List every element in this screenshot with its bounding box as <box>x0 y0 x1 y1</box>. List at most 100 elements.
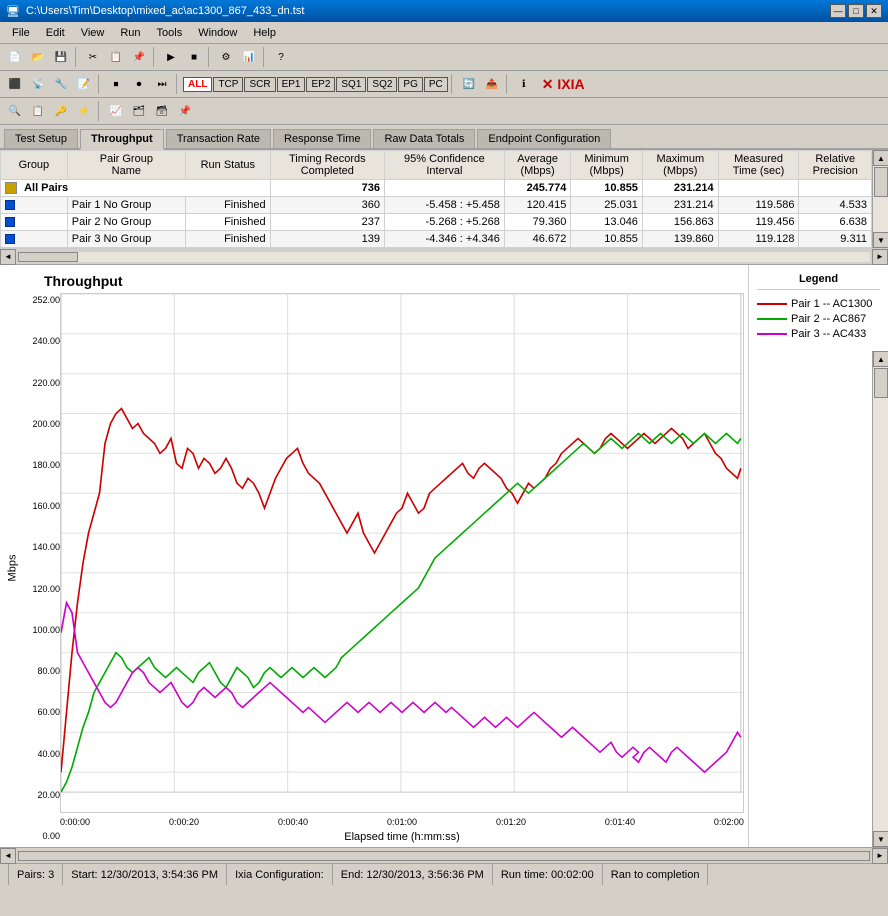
x-axis-label: Elapsed time (h:mm:ss) <box>60 831 744 843</box>
svg-container: 0:00:00 0:00:20 0:00:40 0:01:00 0:01:20 … <box>60 293 744 843</box>
scrollbar-thumb[interactable] <box>874 167 888 197</box>
run-button[interactable]: ▶ <box>160 46 182 68</box>
tb3-btn2[interactable]: 📋 <box>27 100 49 122</box>
scroll-right-btn[interactable]: ► <box>872 249 888 265</box>
tab-endpoint-config[interactable]: Endpoint Configuration <box>477 129 611 148</box>
chart-scroll-left[interactable]: ◄ <box>0 848 16 864</box>
tb2-btn6[interactable]: ⏺ <box>128 73 150 95</box>
tag-ep2[interactable]: EP2 <box>306 77 335 92</box>
y-tick: 60.00 <box>20 707 60 717</box>
legend-item-pair2: Pair 2 -- AC867 <box>757 313 880 325</box>
scrollbar-track[interactable] <box>873 166 888 232</box>
menu-view[interactable]: View <box>73 25 113 41</box>
menu-run[interactable]: Run <box>112 25 148 41</box>
export-button[interactable]: 📤 <box>481 73 503 95</box>
row1-status: Finished <box>185 197 270 214</box>
tb3-btn4[interactable]: ⚡ <box>73 100 95 122</box>
tb2-btn2[interactable]: 📡 <box>27 73 49 95</box>
legend-label-pair2: Pair 2 -- AC867 <box>791 313 866 325</box>
status-end: End: 12/30/2013, 3:56:36 PM <box>333 864 493 885</box>
scroll-left-btn[interactable]: ◄ <box>0 249 16 265</box>
tag-tcp[interactable]: TCP <box>213 77 243 92</box>
h-scroll-track[interactable] <box>18 252 870 262</box>
chart-scroll-right[interactable]: ► <box>872 848 888 864</box>
tb2-btn1[interactable]: ⬛ <box>4 73 26 95</box>
chart-scroll-track[interactable] <box>873 367 888 831</box>
menu-tools[interactable]: Tools <box>149 25 191 41</box>
scrollbar-up[interactable]: ▲ <box>873 150 888 166</box>
y-tick: 252.00 <box>20 295 60 305</box>
row3-status: Finished <box>185 231 270 248</box>
tag-pg[interactable]: PG <box>398 77 422 92</box>
title-bar-text: 🖥 C:\Users\Tim\Desktop\mixed_ac\ac1300_8… <box>6 5 304 18</box>
tb3-btn8[interactable]: 📌 <box>174 100 196 122</box>
chart-h-track[interactable] <box>18 851 870 861</box>
stop-button[interactable]: ■ <box>183 46 205 68</box>
new-button[interactable]: 📄 <box>4 46 26 68</box>
tb2-btn5[interactable]: ⏹ <box>105 73 127 95</box>
ixia-logo: ✕ IXIA <box>542 76 585 93</box>
tag-scr[interactable]: SCR <box>244 77 275 92</box>
info-button[interactable]: ℹ <box>513 73 535 95</box>
tb2-btn4[interactable]: 📝 <box>73 73 95 95</box>
paste-button[interactable]: 📌 <box>128 46 150 68</box>
chart-h-scrollbar[interactable]: ◄ ► <box>0 847 888 863</box>
tab-raw-data-totals[interactable]: Raw Data Totals <box>373 129 475 148</box>
settings-button[interactable]: ⚙ <box>215 46 237 68</box>
open-button[interactable]: 📂 <box>27 46 49 68</box>
copy-button[interactable]: 📋 <box>105 46 127 68</box>
chart-scroll-down[interactable]: ▼ <box>873 831 888 847</box>
tab-test-setup[interactable]: Test Setup <box>4 129 78 148</box>
title-bar-controls: — □ ✕ <box>830 4 882 18</box>
toolbar-sep-6 <box>176 74 180 94</box>
tag-sq2[interactable]: SQ2 <box>367 77 397 92</box>
tb3-btn1[interactable]: 🔍 <box>4 100 26 122</box>
tb2-btn7[interactable]: ⏭ <box>151 73 173 95</box>
menu-help[interactable]: Help <box>245 25 284 41</box>
tab-transaction-rate[interactable]: Transaction Rate <box>166 129 271 148</box>
tb3-btn3[interactable]: 🔑 <box>50 100 72 122</box>
all-label[interactable]: ALL <box>183 77 212 92</box>
help-button[interactable]: ? <box>270 46 292 68</box>
cut-button[interactable]: ✂ <box>82 46 104 68</box>
menu-window[interactable]: Window <box>190 25 245 41</box>
tag-pc[interactable]: PC <box>424 77 448 92</box>
refresh-button[interactable]: 🔄 <box>458 73 480 95</box>
row2-status: Finished <box>185 214 270 231</box>
chart-scroll-up[interactable]: ▲ <box>873 351 888 367</box>
row3-records: 139 <box>270 231 384 248</box>
menu-file[interactable]: File <box>4 25 38 41</box>
row1-meas: 119.586 <box>718 197 799 214</box>
tab-throughput[interactable]: Throughput <box>80 129 164 150</box>
close-button[interactable]: ✕ <box>866 4 882 18</box>
chart-h-thumb[interactable] <box>18 851 870 861</box>
table-row: Pair 2 No Group Finished 237 -5.268 : +5… <box>1 214 872 231</box>
maximize-button[interactable]: □ <box>848 4 864 18</box>
status-ixia: Ixia Configuration: <box>227 864 333 885</box>
h-scrollbar[interactable]: ◄ ► <box>0 249 888 265</box>
row2-meas: 119.456 <box>718 214 799 231</box>
scrollbar-down[interactable]: ▼ <box>873 232 888 248</box>
y-tick: 80.00 <box>20 666 60 676</box>
tag-ep1[interactable]: EP1 <box>277 77 306 92</box>
h-scroll-thumb[interactable] <box>18 252 78 262</box>
tb2-btn3[interactable]: 🔧 <box>50 73 72 95</box>
minimize-button[interactable]: — <box>830 4 846 18</box>
chart-scroll-thumb[interactable] <box>874 368 888 398</box>
toolbar-2: ⬛ 📡 🔧 📝 ⏹ ⏺ ⏭ ALL TCP SCR EP1 EP2 SQ1 SQ… <box>0 71 888 98</box>
menu-bar: File Edit View Run Tools Window Help <box>0 22 888 44</box>
menu-edit[interactable]: Edit <box>38 25 73 41</box>
y-tick: 220.00 <box>20 378 60 388</box>
table-scrollbar[interactable]: ▲ ▼ <box>872 150 888 248</box>
chart-button[interactable]: 📊 <box>238 46 260 68</box>
table-row: Pair 1 No Group Finished 360 -5.458 : +5… <box>1 197 872 214</box>
tb3-btn7[interactable]: 🗃 <box>151 100 173 122</box>
tab-response-time[interactable]: Response Time <box>273 129 371 148</box>
tag-sq1[interactable]: SQ1 <box>336 77 366 92</box>
chart-scrollbar[interactable]: ▲ ▼ <box>872 351 888 847</box>
row1-ci: -5.458 : +5.458 <box>385 197 505 214</box>
toolbar-sep-9 <box>98 101 102 121</box>
tb3-btn6[interactable]: 🗂 <box>128 100 150 122</box>
save-button[interactable]: 💾 <box>50 46 72 68</box>
tb3-btn5[interactable]: 📈 <box>105 100 127 122</box>
